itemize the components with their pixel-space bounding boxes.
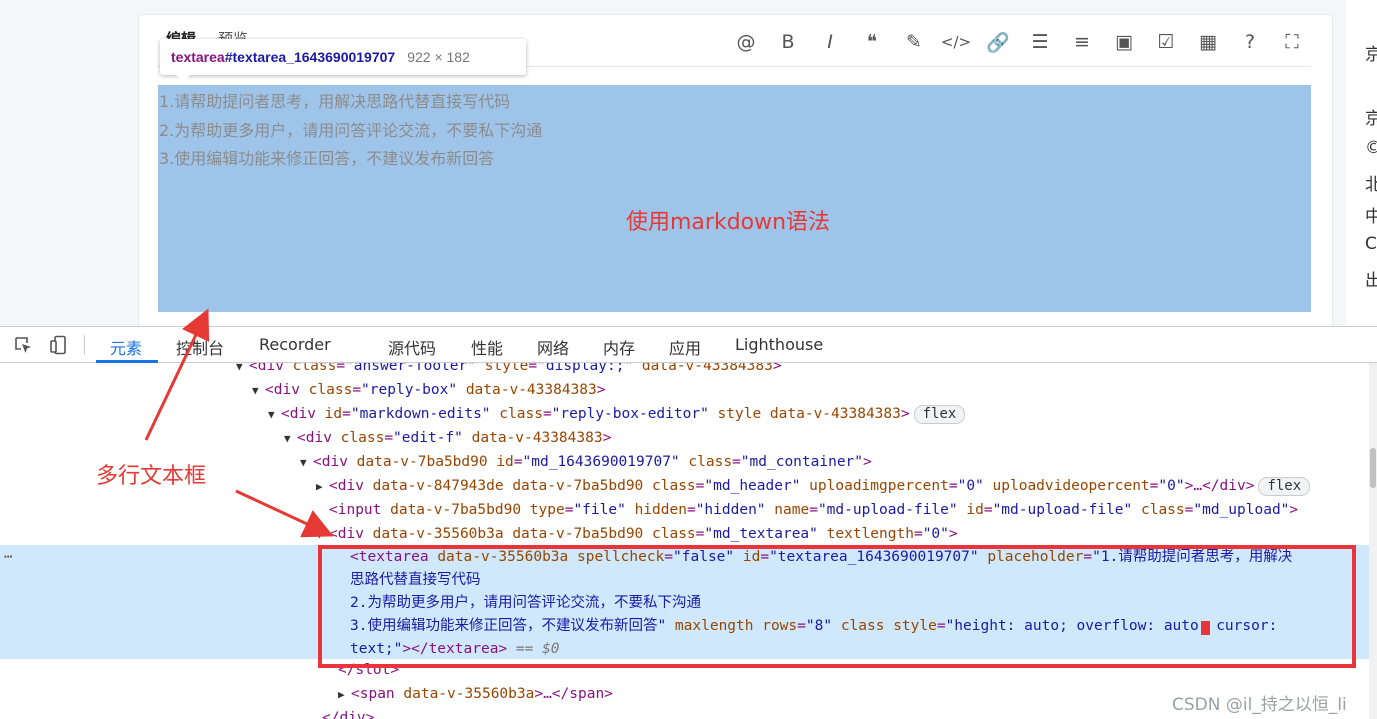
arrow-to-textarea — [144, 308, 210, 441]
annotation-arrows — [144, 308, 334, 538]
watermark: CSDN @il_持之以恒_li — [1172, 695, 1347, 715]
arrow-to-code — [235, 489, 334, 538]
